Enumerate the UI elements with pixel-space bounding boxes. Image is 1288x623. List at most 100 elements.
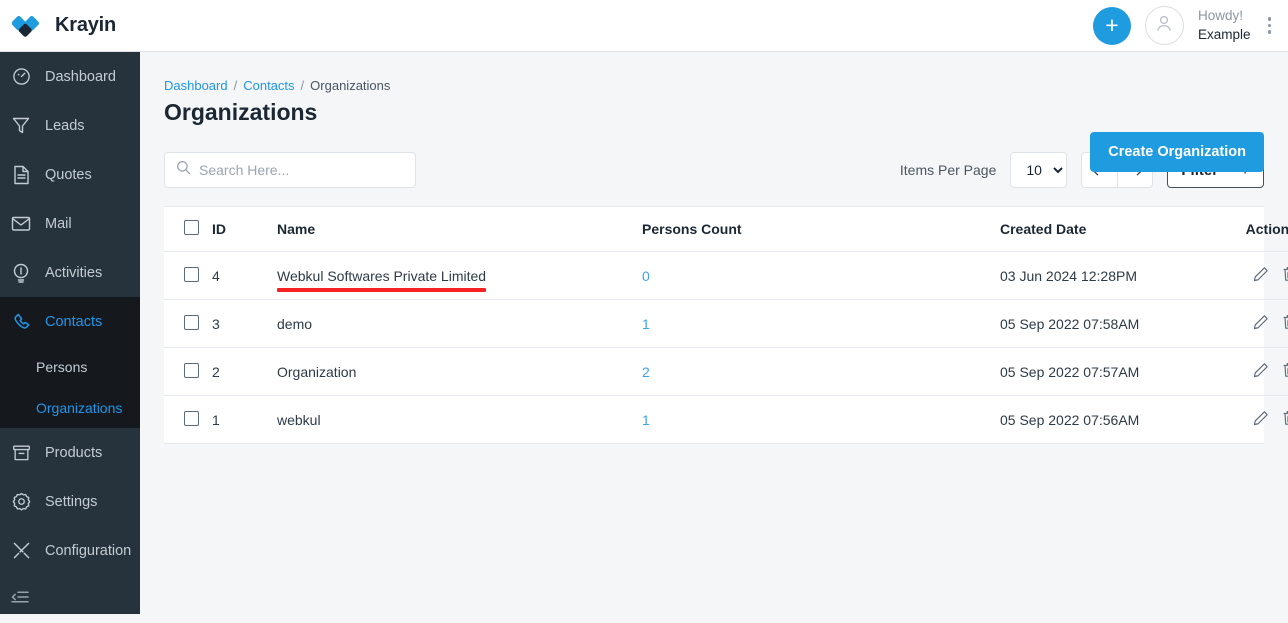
add-button[interactable]: + bbox=[1092, 6, 1131, 45]
gauge-icon bbox=[10, 66, 32, 88]
sidebar-item-configuration[interactable]: Configuration bbox=[0, 526, 140, 575]
cell-created-date: 05 Sep 2022 07:56AM bbox=[1000, 411, 1140, 428]
sidebar-item-contacts[interactable]: Contacts bbox=[0, 297, 140, 346]
cell-persons-count: 2 bbox=[642, 347, 1000, 396]
breadcrumb-item-contacts[interactable]: Contacts bbox=[243, 78, 294, 93]
table-row[interactable]: 2 Organization 2 05 Sep 2022 07:57AM bbox=[164, 347, 1288, 396]
box-icon bbox=[10, 442, 32, 464]
sidebar-item-organizations[interactable]: Organizations bbox=[0, 387, 140, 428]
select-all-checkbox[interactable] bbox=[184, 220, 199, 235]
cell-created-date: 03 Jun 2024 12:28PM bbox=[1000, 251, 1221, 300]
persons-count-link[interactable]: 0 bbox=[642, 268, 650, 284]
organization-name[interactable]: demo bbox=[277, 316, 312, 332]
cell-id: 1 bbox=[212, 411, 220, 428]
sidebar-group-contacts: Contacts Persons Organizations bbox=[0, 297, 140, 428]
sidebar-collapse-button[interactable] bbox=[0, 575, 140, 623]
persons-count-link[interactable]: 1 bbox=[642, 412, 650, 428]
trash-icon[interactable] bbox=[1282, 314, 1288, 333]
sidebar-item-label: Mail bbox=[45, 215, 72, 232]
pencil-icon[interactable] bbox=[1253, 314, 1269, 333]
column-header-name[interactable]: Name bbox=[277, 207, 642, 252]
cell-actions bbox=[1221, 347, 1288, 396]
breadcrumb: Dashboard / Contacts / Organizations bbox=[140, 52, 1288, 93]
table-row[interactable]: 1 webkul 1 05 Sep 2022 07:56AM bbox=[164, 396, 1288, 444]
pencil-icon[interactable] bbox=[1253, 362, 1269, 381]
sidebar-item-leads[interactable]: Leads bbox=[0, 101, 140, 150]
sidebar-item-label: Products bbox=[45, 444, 103, 461]
avatar[interactable] bbox=[1144, 6, 1184, 45]
user-greeting[interactable]: Howdy! Example bbox=[1198, 7, 1251, 43]
sidebar: Dashboard Leads Quotes Mail Activities C… bbox=[0, 52, 140, 614]
search-input[interactable] bbox=[199, 162, 404, 178]
breadcrumb-item-dashboard[interactable]: Dashboard bbox=[164, 78, 228, 93]
top-bar: Krayin + Howdy! Example bbox=[0, 0, 1288, 52]
cell-actions bbox=[1221, 251, 1288, 300]
trash-icon[interactable] bbox=[1282, 266, 1288, 285]
column-header-persons-count[interactable]: Persons Count bbox=[642, 207, 1000, 252]
kebab-menu-icon[interactable] bbox=[1265, 13, 1275, 38]
row-select-cell bbox=[164, 251, 212, 300]
column-header-id[interactable]: ID bbox=[212, 207, 277, 252]
plus-icon: + bbox=[1105, 12, 1119, 38]
organization-name-text: Organization bbox=[277, 363, 357, 380]
persons-count-link[interactable]: 2 bbox=[642, 364, 650, 380]
cell-name: Organization bbox=[277, 347, 642, 396]
items-per-page-select[interactable]: 10 bbox=[1010, 152, 1068, 188]
row-checkbox[interactable] bbox=[184, 314, 199, 330]
row-select-cell bbox=[164, 347, 212, 396]
breadcrumb-separator: / bbox=[300, 78, 305, 93]
row-select-cell bbox=[164, 396, 212, 444]
topbar-right: + Howdy! Example bbox=[1092, 6, 1288, 45]
row-checkbox[interactable] bbox=[184, 410, 199, 426]
page-title: Organizations bbox=[164, 99, 318, 125]
cell-name: Webkul Softwares Private Limited bbox=[277, 251, 642, 300]
persons-count-link[interactable]: 1 bbox=[642, 316, 650, 332]
main-content: Dashboard / Contacts / Organizations Org… bbox=[140, 52, 1288, 614]
document-icon bbox=[10, 164, 32, 186]
trash-icon[interactable] bbox=[1282, 410, 1288, 429]
sidebar-item-mail[interactable]: Mail bbox=[0, 199, 140, 248]
user-avatar-icon bbox=[1153, 12, 1175, 39]
table-row[interactable]: 4 Webkul Softwares Private Limited 0 03 … bbox=[164, 251, 1288, 300]
brand[interactable]: Krayin bbox=[0, 13, 116, 39]
cell-persons-count: 1 bbox=[642, 396, 1000, 444]
cell-actions bbox=[1221, 396, 1288, 444]
organizations-table: ID Name Persons Count Created Date Actio… bbox=[164, 207, 1288, 443]
sidebar-item-label: Leads bbox=[45, 117, 85, 134]
cell-persons-count: 0 bbox=[642, 251, 1000, 300]
sidebar-item-label: Configuration bbox=[45, 542, 132, 559]
column-header-created-date[interactable]: Created Date bbox=[1000, 207, 1221, 252]
sidebar-item-quotes[interactable]: Quotes bbox=[0, 150, 140, 199]
search-box[interactable] bbox=[164, 152, 416, 188]
organization-name-text: demo bbox=[277, 315, 313, 332]
organization-name[interactable]: webkul bbox=[277, 412, 321, 428]
pencil-icon[interactable] bbox=[1253, 410, 1269, 429]
breadcrumb-separator: / bbox=[233, 78, 238, 93]
organizations-table-card: ID Name Persons Count Created Date Actio… bbox=[164, 206, 1288, 444]
sidebar-item-label: Contacts bbox=[45, 313, 103, 330]
sidebar-item-dashboard[interactable]: Dashboard bbox=[0, 52, 140, 101]
create-organization-button[interactable]: Create Organization bbox=[1090, 132, 1264, 172]
funnel-icon bbox=[10, 115, 32, 137]
select-all-header bbox=[164, 207, 212, 252]
table-row[interactable]: 3 demo 1 05 Sep 2022 07:58AM bbox=[164, 299, 1288, 348]
trash-icon[interactable] bbox=[1282, 362, 1288, 381]
lightbulb-icon bbox=[10, 262, 32, 284]
pencil-icon[interactable] bbox=[1253, 266, 1269, 285]
row-select-cell bbox=[164, 299, 212, 348]
sidebar-item-label: Dashboard bbox=[45, 68, 116, 85]
organization-name[interactable]: Webkul Softwares Private Limited bbox=[277, 268, 487, 292]
organization-name[interactable]: Organization bbox=[277, 364, 356, 380]
sidebar-item-activities[interactable]: Activities bbox=[0, 248, 140, 297]
row-checkbox[interactable] bbox=[184, 362, 199, 378]
sidebar-item-settings[interactable]: Settings bbox=[0, 477, 140, 526]
cell-created-date: 05 Sep 2022 07:57AM bbox=[1000, 347, 1221, 396]
sidebar-item-products[interactable]: Products bbox=[0, 428, 140, 477]
row-checkbox[interactable] bbox=[184, 266, 199, 282]
sidebar-item-persons[interactable]: Persons bbox=[0, 346, 140, 387]
table-header-row: ID Name Persons Count Created Date Actio… bbox=[164, 207, 1288, 252]
cell-id: 3 bbox=[212, 299, 277, 348]
cell-actions bbox=[1221, 299, 1288, 348]
cell-id: 4 bbox=[212, 251, 277, 300]
cell-name: webkul bbox=[277, 396, 642, 444]
